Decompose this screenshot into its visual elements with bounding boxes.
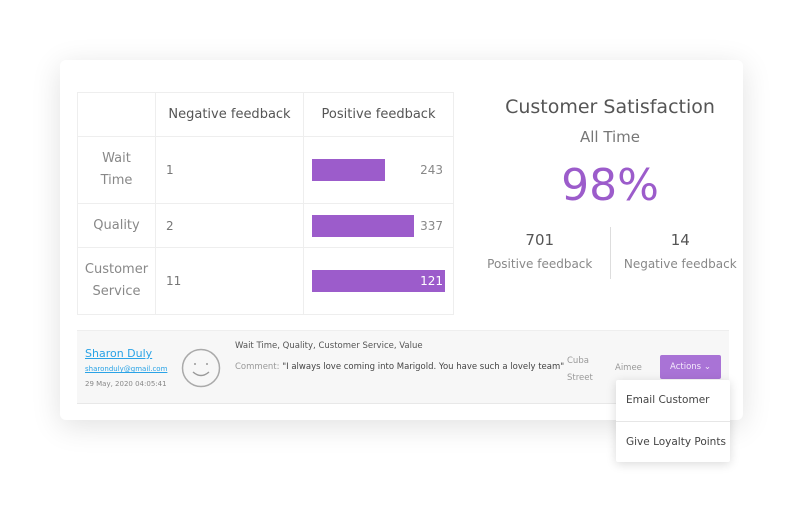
chevron-down-icon: ⌄ xyxy=(703,362,711,372)
table-row: Quality 2 337 xyxy=(77,203,454,248)
table-row: Wait Time 1 243 xyxy=(77,136,454,204)
positive-count: 121 xyxy=(420,274,443,288)
negative-count: 1 xyxy=(155,136,304,204)
staff-name: Aimee xyxy=(615,363,642,373)
feedback-date: 29 May, 2020 04:05:41 xyxy=(85,380,167,388)
header-negative: Negative feedback xyxy=(155,92,304,137)
header-empty xyxy=(77,92,156,137)
customer-name-link[interactable]: Sharon Duly xyxy=(85,347,152,360)
menu-item-email-customer[interactable]: Email Customer xyxy=(616,380,730,421)
satisfaction-title: Customer Satisfaction xyxy=(505,96,715,118)
smiley-face-icon xyxy=(181,348,221,388)
customer-email-link[interactable]: sharonduly@gmail.com xyxy=(85,365,167,373)
negative-stat: 14 Negative feedback xyxy=(609,227,751,279)
satisfaction-panel: Customer Satisfaction All Time 98% 701 Po… xyxy=(470,92,750,279)
header-positive: Positive feedback xyxy=(303,92,454,137)
row-label: Customer Service xyxy=(77,247,156,315)
positive-count: 243 xyxy=(420,163,443,177)
negative-count: 11 xyxy=(155,247,304,315)
satisfaction-period: All Time xyxy=(579,128,641,146)
satisfaction-percent: 98% xyxy=(561,160,659,211)
actions-menu: Email Customer Give Loyalty Points xyxy=(616,380,730,462)
positive-bar xyxy=(312,159,386,181)
row-label: Wait Time xyxy=(77,136,156,204)
positive-bar xyxy=(312,214,415,237)
table-header-row: Negative feedback Positive feedback xyxy=(77,92,454,137)
feedback-comment: Comment: "I always love coming into Mari… xyxy=(235,362,565,372)
positive-count: 337 xyxy=(420,218,443,233)
location: Cuba Street xyxy=(567,356,593,383)
positive-stat: 701 Positive feedback xyxy=(487,231,593,271)
menu-item-give-loyalty-points[interactable]: Give Loyalty Points xyxy=(616,421,730,462)
row-label: Quality xyxy=(77,203,156,248)
negative-count: 2 xyxy=(155,203,304,248)
actions-button[interactable]: Actions ⌄ xyxy=(660,355,721,379)
feedback-categories: Wait Time, Quality, Customer Service, Va… xyxy=(235,341,423,351)
table-row: Customer Service 11 121 xyxy=(77,247,454,315)
feedback-table: Negative feedback Positive feedback Wait… xyxy=(77,92,454,315)
